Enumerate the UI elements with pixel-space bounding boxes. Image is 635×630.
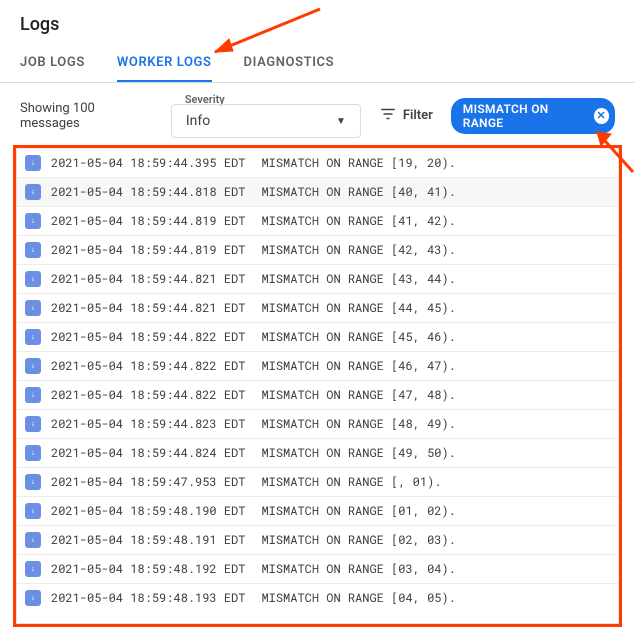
log-row[interactable]: 2021-05-04 18:59:48.191 EDT MISMATCH ON R… xyxy=(17,525,618,554)
info-icon xyxy=(25,271,41,287)
tab-job-logs[interactable]: JOB LOGS xyxy=(20,45,85,82)
filter-button[interactable]: Filter xyxy=(379,105,433,127)
log-message: MISMATCH ON RANGE [46, 47). xyxy=(261,358,455,374)
log-timestamp: 2021-05-04 18:59:44.822 EDT xyxy=(51,329,245,345)
log-row[interactable]: 2021-05-04 18:59:44.822 EDT MISMATCH ON R… xyxy=(17,322,618,351)
info-icon xyxy=(25,242,41,258)
log-message: MISMATCH ON RANGE [01, 02). xyxy=(261,503,455,519)
log-message: MISMATCH ON RANGE [40, 41). xyxy=(261,184,455,200)
log-timestamp: 2021-05-04 18:59:44.819 EDT xyxy=(51,242,245,258)
log-message: MISMATCH ON RANGE [48, 49). xyxy=(261,416,455,432)
info-icon xyxy=(25,358,41,374)
log-timestamp: 2021-05-04 18:59:44.821 EDT xyxy=(51,271,245,287)
log-message: MISMATCH ON RANGE [49, 50). xyxy=(261,445,455,461)
log-row[interactable]: 2021-05-04 18:59:44.818 EDT MISMATCH ON R… xyxy=(17,177,618,206)
log-message: MISMATCH ON RANGE [45, 46). xyxy=(261,329,455,345)
tab-bar: JOB LOGS WORKER LOGS DIAGNOSTICS xyxy=(0,45,635,83)
log-timestamp: 2021-05-04 18:59:44.823 EDT xyxy=(51,416,245,432)
log-timestamp: 2021-05-04 18:59:44.818 EDT xyxy=(51,184,245,200)
log-row[interactable]: 2021-05-04 18:59:47.953 EDT MISMATCH ON R… xyxy=(17,467,618,496)
info-icon xyxy=(25,474,41,490)
info-icon xyxy=(25,561,41,577)
log-timestamp: 2021-05-04 18:59:44.824 EDT xyxy=(51,445,245,461)
log-message: MISMATCH ON RANGE [19, 20). xyxy=(261,155,455,171)
log-row[interactable]: 2021-05-04 18:59:44.819 EDT MISMATCH ON R… xyxy=(17,206,618,235)
log-message: MISMATCH ON RANGE [03, 04). xyxy=(261,561,455,577)
log-timestamp: 2021-05-04 18:59:48.193 EDT xyxy=(51,590,245,606)
log-row[interactable]: 2021-05-04 18:59:44.395 EDT MISMATCH ON R… xyxy=(17,148,618,177)
severity-select[interactable]: Info ▼ xyxy=(171,104,361,138)
filter-chip-text: MISMATCH ON RANGE xyxy=(463,102,588,130)
severity-value: Info xyxy=(186,113,210,129)
filter-label: Filter xyxy=(403,108,433,123)
info-icon xyxy=(25,445,41,461)
log-timestamp: 2021-05-04 18:59:48.192 EDT xyxy=(51,561,245,577)
log-timestamp: 2021-05-04 18:59:44.395 EDT xyxy=(51,155,245,171)
info-icon xyxy=(25,155,41,171)
info-icon xyxy=(25,329,41,345)
log-row[interactable]: 2021-05-04 18:59:44.823 EDT MISMATCH ON R… xyxy=(17,409,618,438)
tab-diagnostics[interactable]: DIAGNOSTICS xyxy=(244,45,335,82)
info-icon xyxy=(25,590,41,606)
log-message: MISMATCH ON RANGE [42, 43). xyxy=(261,242,455,258)
log-timestamp: 2021-05-04 18:59:44.822 EDT xyxy=(51,358,245,374)
log-row[interactable]: 2021-05-04 18:59:48.193 EDT MISMATCH ON R… xyxy=(17,583,618,612)
log-row[interactable]: 2021-05-04 18:59:48.192 EDT MISMATCH ON R… xyxy=(17,554,618,583)
info-icon xyxy=(25,503,41,519)
log-row[interactable]: 2021-05-04 18:59:44.822 EDT MISMATCH ON R… xyxy=(17,380,618,409)
log-timestamp: 2021-05-04 18:59:44.819 EDT xyxy=(51,213,245,229)
filter-icon xyxy=(379,105,397,127)
log-row[interactable]: 2021-05-04 18:59:44.819 EDT MISMATCH ON R… xyxy=(17,235,618,264)
tab-worker-logs[interactable]: WORKER LOGS xyxy=(117,45,212,82)
log-message: MISMATCH ON RANGE [43, 44). xyxy=(261,271,455,287)
log-message: MISMATCH ON RANGE [, 01). xyxy=(261,474,441,490)
log-timestamp: 2021-05-04 18:59:47.953 EDT xyxy=(51,474,245,490)
log-row[interactable]: 2021-05-04 18:59:48.190 EDT MISMATCH ON R… xyxy=(17,496,618,525)
info-icon xyxy=(25,532,41,548)
log-timestamp: 2021-05-04 18:59:44.822 EDT xyxy=(51,387,245,403)
log-message: MISMATCH ON RANGE [41, 42). xyxy=(261,213,455,229)
log-message: MISMATCH ON RANGE [02, 03). xyxy=(261,532,455,548)
info-icon xyxy=(25,416,41,432)
log-timestamp: 2021-05-04 18:59:44.821 EDT xyxy=(51,300,245,316)
log-row[interactable]: 2021-05-04 18:59:44.824 EDT MISMATCH ON R… xyxy=(17,438,618,467)
log-timestamp: 2021-05-04 18:59:48.191 EDT xyxy=(51,532,245,548)
log-row[interactable]: 2021-05-04 18:59:44.821 EDT MISMATCH ON R… xyxy=(17,293,618,322)
info-icon xyxy=(25,300,41,316)
controls-bar: Showing 100 messages Severity Info ▼ Fil… xyxy=(0,83,635,148)
log-message: MISMATCH ON RANGE [47, 48). xyxy=(261,387,455,403)
log-table: 2021-05-04 18:59:44.395 EDT MISMATCH ON R… xyxy=(16,148,619,624)
info-icon xyxy=(25,213,41,229)
info-icon xyxy=(25,184,41,200)
page-title: Logs xyxy=(0,0,635,45)
log-timestamp: 2021-05-04 18:59:48.190 EDT xyxy=(51,503,245,519)
log-message: MISMATCH ON RANGE [44, 45). xyxy=(261,300,455,316)
filter-chip[interactable]: MISMATCH ON RANGE ✕ xyxy=(451,98,615,134)
log-message: MISMATCH ON RANGE [04, 05). xyxy=(261,590,455,606)
message-count: Showing 100 messages xyxy=(20,101,153,131)
log-row[interactable]: 2021-05-04 18:59:44.822 EDT MISMATCH ON R… xyxy=(17,351,618,380)
info-icon xyxy=(25,387,41,403)
log-row[interactable]: 2021-05-04 18:59:44.821 EDT MISMATCH ON R… xyxy=(17,264,618,293)
close-icon[interactable]: ✕ xyxy=(594,108,609,124)
dropdown-caret-icon: ▼ xyxy=(336,116,346,127)
